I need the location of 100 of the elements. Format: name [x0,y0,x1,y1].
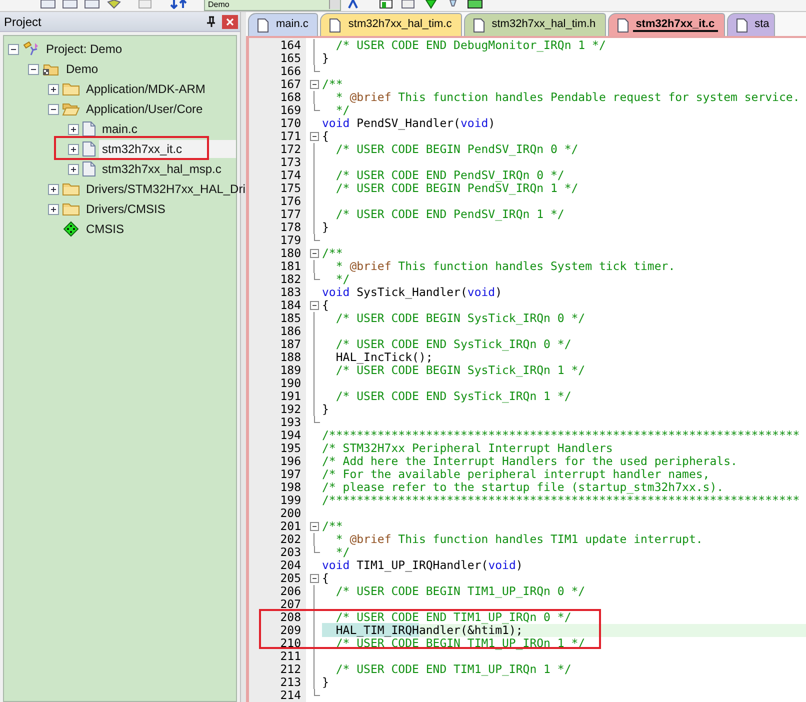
file-tab[interactable]: main.c [248,13,318,36]
line-number: 203 [279,546,302,559]
folder-icon [62,181,80,197]
arrows-icon[interactable] [170,0,188,9]
file-icon [616,18,629,32]
line-number: 189 [279,364,302,377]
expand-toggle[interactable] [68,164,79,174]
code-line: /* USER CODE BEGIN SysTick_IRQn 0 */ [334,312,586,325]
code-line: /* USER CODE END PendSV_IRQn 1 */ [334,208,564,221]
line-number: 175 [279,182,302,195]
collapse-icon[interactable] [308,130,320,143]
code-line: /* Add here the Interrupt Handlers for the used peripherals. [322,455,738,468]
code-line: /******************************************************************** [322,429,800,442]
close-button[interactable] [222,15,238,29]
expand-toggle[interactable] [48,184,59,194]
file-tab[interactable]: sta [726,13,776,36]
plus-icon [70,126,77,132]
line-number: 200 [279,507,302,520]
code-line: /* USER CODE END DebugMonitor_IRQn 1 */ [334,39,606,52]
collapse-toggle[interactable] [28,64,39,74]
line-number: 204 [279,559,302,572]
line-number: 166 [279,65,302,78]
line-number: 183 [279,286,302,299]
expand-toggle[interactable] [68,124,79,134]
line-number: 206 [279,585,302,598]
collapse-toggle[interactable] [48,104,59,114]
tree-item[interactable]: Demo [63,60,102,78]
expand-toggle[interactable] [48,204,59,214]
code-line: * @brief This function handles System tick timer. [334,260,676,273]
tree-item[interactable]: stm32h7xx_hal_msp.c [99,160,224,178]
collapse-icon[interactable] [308,247,320,260]
folder-icon [62,81,80,97]
line-number: 181 [279,260,302,273]
code-line: */ [334,104,350,117]
code-line: /** [322,520,343,533]
line-number: 186 [279,325,302,338]
code-line: void PendSV_Handler(void) [322,117,496,130]
plus-icon [50,86,57,92]
plus-icon [50,186,57,192]
line-number: 210 [279,637,302,650]
tree-item[interactable]: main.c [99,120,140,138]
collapse-icon[interactable] [308,78,320,91]
tree-item[interactable]: stm32h7xx_it.c [99,140,236,158]
line-number: 185 [279,312,302,325]
tree-item[interactable]: Drivers/CMSIS [83,200,168,218]
pin-icon[interactable] [206,16,216,28]
plus-icon [70,166,77,172]
collapse-icon[interactable] [308,572,320,585]
line-number: 207 [279,598,302,611]
line-number: 165 [279,52,302,65]
line-number: 212 [279,663,302,676]
code-line: { [322,572,329,585]
tree-item[interactable]: Project: Demo [43,40,126,58]
code-line: /* USER CODE BEGIN PendSV_IRQn 0 */ [334,143,578,156]
tree-item[interactable]: Application/MDK-ARM [83,80,208,98]
code-line: } [322,221,329,234]
target-dropdown[interactable]: Demo [204,0,341,11]
code-line: /* USER CODE END TIM1_UP_IRQn 0 */ [334,611,572,624]
plus-icon [70,146,77,152]
line-number: 190 [279,377,302,390]
file-icon [82,141,96,157]
tree-item[interactable]: CMSIS [83,220,128,238]
code-line: */ [334,273,350,286]
panel-title: Project [4,15,42,29]
line-number: 213 [279,676,302,689]
line-number: 193 [279,416,302,429]
collapse-icon[interactable] [308,520,320,533]
line-number: 179 [279,234,302,247]
line-number: 170 [279,117,302,130]
collapse-icon[interactable] [308,299,320,312]
line-number: 195 [279,442,302,455]
code-line: /* USER CODE END SysTick_IRQn 1 */ [334,390,572,403]
line-number: 205 [279,572,302,585]
line-number: 214 [279,689,302,702]
code-line: } [322,403,329,416]
folder-icon [62,201,80,217]
code-line: /* please refer to the startup file (startup_stm32h7xx.s). [322,481,724,494]
line-number: 208 [279,611,302,624]
tree-item[interactable]: Application/User/Core [83,100,206,118]
code-line: HAL_IncTick(); [334,351,433,364]
expand-toggle[interactable] [68,144,79,154]
file-tab[interactable]: stm32h7xx_it.c [608,13,725,36]
line-number: 192 [279,403,302,416]
line-number: 191 [279,390,302,403]
diamond-icon [62,221,80,237]
line-number: 171 [279,130,302,143]
download-icon[interactable] [423,0,439,9]
file-icon [472,18,485,32]
tree-item[interactable]: Drivers/STM32H7xx_HAL_Dri [83,180,248,198]
toolbar-icon[interactable] [467,0,483,9]
toolbar-icon[interactable] [379,0,395,9]
file-tab[interactable]: stm32h7xx_hal_tim.c [320,13,462,36]
file-tab[interactable]: stm32h7xx_hal_tim.h [464,13,606,36]
line-number: 177 [279,208,302,221]
collapse-toggle[interactable] [8,44,19,54]
code-line: /******************************************************************** [322,494,800,507]
expand-toggle[interactable] [48,84,59,94]
line-number: 173 [279,156,302,169]
line-number: 184 [279,299,302,312]
line-number: 176 [279,195,302,208]
